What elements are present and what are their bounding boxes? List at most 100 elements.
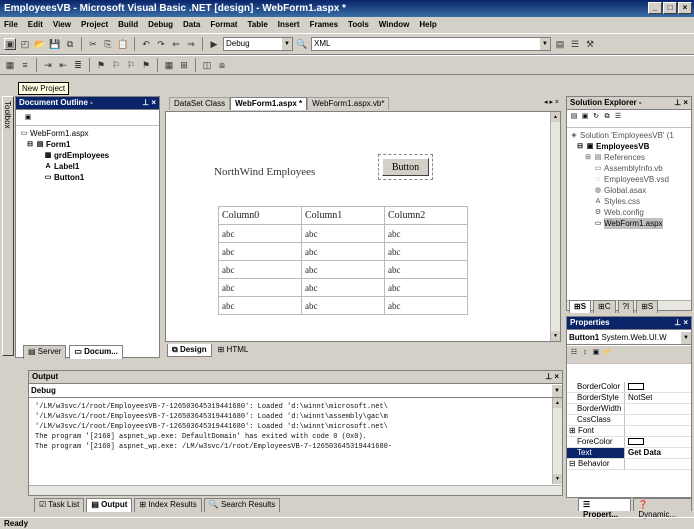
pin-close-icon[interactable]: ⊥ × [142, 97, 156, 109]
properties-view-icon[interactable]: ▣ [592, 349, 600, 357]
menu-format[interactable]: Format [210, 20, 237, 29]
menu-file[interactable]: File [4, 20, 18, 29]
tab-document[interactable]: ▭ Docum... [69, 345, 123, 359]
bookmark-icon[interactable]: ⚑ [95, 59, 107, 71]
tab-webform-vb[interactable]: WebForm1.aspx.vb* [307, 97, 390, 110]
pin-close-icon[interactable]: ⊥ × [674, 317, 688, 329]
menu-window[interactable]: Window [379, 20, 410, 29]
solution-node[interactable]: ◈ Solution 'EmployeesVB' (1 [570, 130, 688, 141]
property-row-text[interactable]: Text Get Data [567, 448, 691, 459]
tab-class-view[interactable]: ⊞C [593, 300, 616, 313]
align-icon[interactable]: ≡ [19, 59, 31, 71]
solution-item-selected[interactable]: ▭ WebForm1.aspx [570, 218, 688, 229]
expand-icon[interactable]: ⊟ [569, 459, 578, 468]
outline-item[interactable]: ▦ grdEmployees [20, 150, 155, 161]
paste-icon[interactable]: 📋 [117, 38, 129, 50]
outline-item[interactable]: A Label1 [20, 161, 155, 172]
design-vertical-scrollbar[interactable] [550, 112, 560, 341]
output-horizontal-scrollbar[interactable] [29, 485, 562, 495]
tab-task-list[interactable]: ☑ Task List [34, 498, 85, 512]
menu-help[interactable]: Help [419, 20, 436, 29]
find-icon[interactable]: 🔍 [296, 38, 308, 50]
expand-icon[interactable]: ⊞ [569, 426, 578, 435]
solution-config-select[interactable]: Debug ▼ [223, 37, 293, 51]
property-value[interactable]: Get Data [625, 448, 691, 458]
property-row-cssclass[interactable]: CssClass [567, 415, 691, 426]
menu-table[interactable]: Table [247, 20, 267, 29]
minimize-button[interactable]: _ [648, 2, 662, 14]
tab-search[interactable]: ⊞S [636, 300, 659, 313]
tab-nav-icon[interactable]: ◂ ▸ × [544, 98, 559, 106]
tab-output[interactable]: ▤ Output [86, 498, 133, 512]
expand-icon[interactable]: ⊞ [584, 154, 592, 162]
save-all-icon[interactable]: ⧉ [64, 38, 76, 50]
northwind-label[interactable]: NorthWind Employees [214, 166, 315, 178]
zorder-icon[interactable]: ⧈ [216, 59, 228, 71]
solution-item[interactable]: ⊞ ▤ References [570, 152, 688, 163]
tab-properties[interactable]: ☰ Propert... [578, 498, 632, 519]
find-combo[interactable]: XML ▼ [311, 37, 551, 51]
solution-item[interactable]: ◍ Global.asax [570, 185, 688, 196]
property-row-behavior[interactable]: ⊟ Behavior [567, 459, 691, 470]
open-icon[interactable]: 📂 [34, 38, 46, 50]
property-row-bordercolor[interactable]: BorderColor [567, 382, 691, 393]
comment-icon[interactable]: ≣ [72, 59, 84, 71]
tab-index[interactable]: ?I [617, 300, 635, 313]
tab-search-results[interactable]: 🔍 Search Results [203, 498, 281, 512]
menu-view[interactable]: View [53, 20, 71, 29]
output-text-area[interactable]: '/LM/w3svc/1/root/EmployeesVB-7-12650364… [29, 398, 562, 484]
collapse-icon[interactable]: ⊟ [576, 143, 584, 151]
menu-frames[interactable]: Frames [310, 20, 338, 29]
close-button[interactable]: × [678, 2, 692, 14]
collapse-icon[interactable]: ⊟ [26, 141, 34, 149]
toolbox-icon[interactable]: ⚒ [584, 38, 596, 50]
outline-form[interactable]: ⊟ ▤ Form1 [20, 139, 155, 150]
clear-bookmark-icon[interactable]: ⚑ [140, 59, 152, 71]
tab-dataset-class[interactable]: DataSet Class [169, 97, 231, 110]
tab-index-results[interactable]: ⊞ Index Results [134, 498, 202, 512]
tab-server[interactable]: ▤ Server [23, 345, 67, 359]
properties-object-select[interactable]: Button1 System.Web.UI.W ▼ [567, 331, 691, 345]
menu-insert[interactable]: Insert [278, 20, 300, 29]
tab-html[interactable]: ⊞ HTML [214, 344, 253, 357]
tab-webform-aspx[interactable]: WebForm1.aspx * [230, 97, 308, 110]
new-project-icon[interactable]: ▣ [4, 38, 16, 50]
categorized-icon[interactable]: ☷ [570, 349, 578, 357]
grid-icon[interactable]: ▦ [163, 59, 175, 71]
pin-close-icon[interactable]: ⊥ × [545, 371, 559, 383]
prev-bookmark-icon[interactable]: ⚐ [125, 59, 137, 71]
employees-datagrid[interactable]: Column0 Column1 Column2 abc abc abc abc abc… [218, 206, 468, 315]
redo-icon[interactable]: ↷ [155, 38, 167, 50]
nav-forward-icon[interactable]: ⇒ [185, 38, 197, 50]
property-row-borderwidth[interactable]: BorderWidth [567, 404, 691, 415]
outline-view-icon[interactable]: ▣ [24, 114, 32, 122]
menu-debug[interactable]: Debug [148, 20, 173, 29]
cut-icon[interactable]: ✂ [87, 38, 99, 50]
output-pane-select[interactable]: Debug ▼ [29, 384, 562, 398]
design-button[interactable]: Button [382, 158, 429, 176]
solution-item[interactable]: ⚙ Web.config [570, 207, 688, 218]
solution-item[interactable]: ▭ AssemblyInfo.vb [570, 163, 688, 174]
outdent-icon[interactable]: ⇤ [57, 59, 69, 71]
alphabetical-icon[interactable]: ↕ [581, 349, 589, 357]
menu-project[interactable]: Project [81, 20, 108, 29]
undo-icon[interactable]: ↶ [140, 38, 152, 50]
maximize-button[interactable]: □ [663, 2, 677, 14]
output-vertical-scrollbar[interactable] [552, 398, 562, 484]
properties-icon[interactable]: ☰ [569, 38, 581, 50]
solution-item[interactable]: A Styles.css [570, 196, 688, 207]
refresh-icon[interactable]: ↻ [592, 113, 600, 121]
menu-tools[interactable]: Tools [348, 20, 369, 29]
format-icon[interactable]: ▦ [4, 59, 16, 71]
tab-solution-explorer[interactable]: ⊞S [569, 300, 592, 313]
menu-build[interactable]: Build [118, 20, 138, 29]
save-icon[interactable]: 💾 [49, 38, 61, 50]
tab-design[interactable]: ⧉ Design [167, 344, 212, 357]
toolbox-strip[interactable]: Toolbox [2, 96, 14, 356]
start-icon[interactable]: ▶ [208, 38, 220, 50]
project-node[interactable]: ⊟ ▣ EmployeesVB [570, 141, 688, 152]
property-row-forecolor[interactable]: ForeColor [567, 437, 691, 448]
indent-icon[interactable]: ⇥ [42, 59, 54, 71]
add-item-icon[interactable]: ◰ [19, 38, 31, 50]
property-row-borderstyle[interactable]: BorderStyle NotSet [567, 393, 691, 404]
